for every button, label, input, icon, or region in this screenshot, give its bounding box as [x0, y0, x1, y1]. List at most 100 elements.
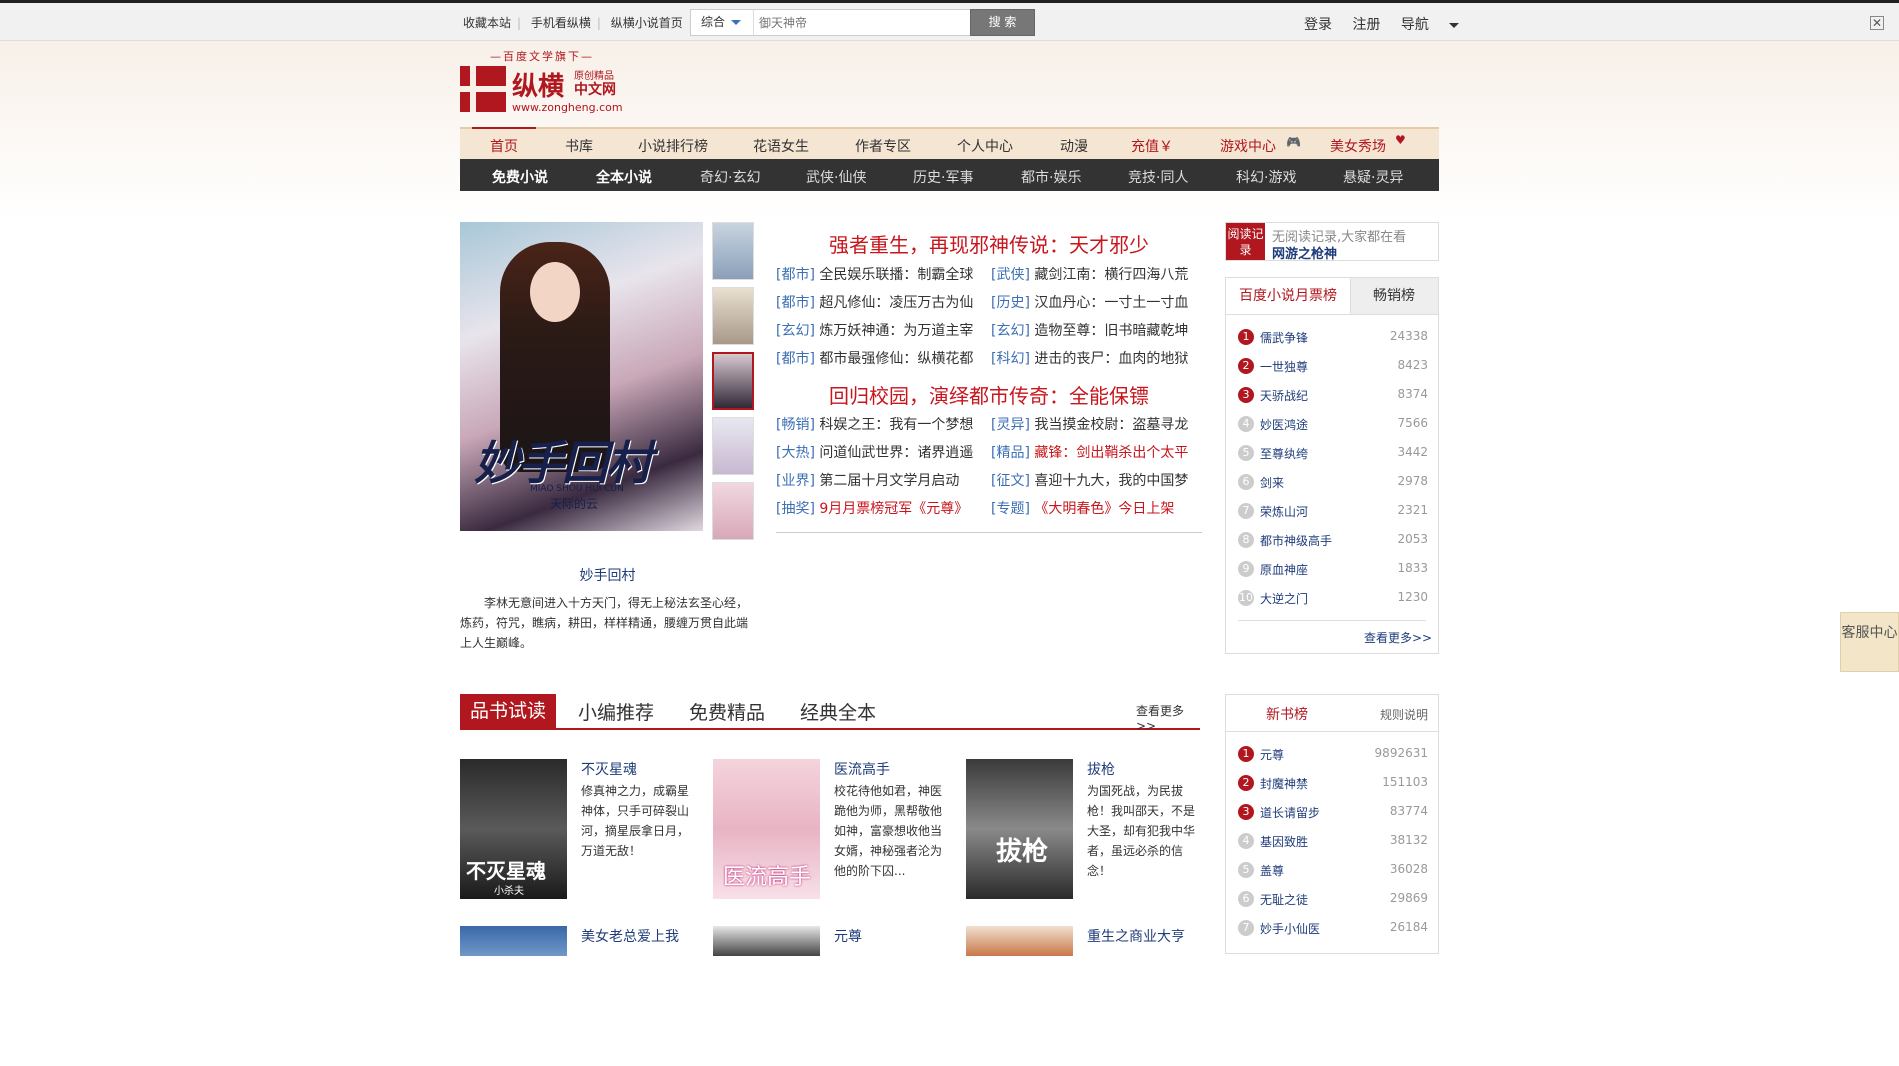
register-link[interactable]: 注册	[1352, 17, 1380, 33]
featured-cover[interactable]: 妙手回村 MIAO SHOU HUI CUN 天际的云	[460, 222, 703, 531]
rank-book-title[interactable]: 基因致胜	[1260, 833, 1308, 850]
thumbnail[interactable]	[712, 482, 754, 540]
book-title[interactable]: 元尊	[834, 926, 862, 946]
news-item[interactable]: [都市] 全民娱乐联播：制霸全球	[776, 264, 973, 284]
nav-rankings[interactable]: 小说排行榜	[638, 136, 708, 156]
nav-dropdown[interactable]: 导航	[1401, 17, 1475, 33]
book-card[interactable]: 重生之商业大亨	[966, 926, 1206, 1066]
news-title[interactable]: 喜迎十九大，我的中国梦	[1034, 473, 1188, 489]
tab-monthly-votes[interactable]: 百度小说月票榜	[1226, 278, 1351, 314]
login-link[interactable]: 登录	[1304, 17, 1332, 33]
genre-free[interactable]: 免费小说	[492, 167, 548, 187]
news-title[interactable]: 都市最强修仙：纵横花都	[819, 351, 973, 367]
news-item[interactable]: [历史] 汉血丹心：一寸土一寸血	[991, 292, 1188, 312]
genre-complete[interactable]: 全本小说	[596, 167, 652, 187]
news-item[interactable]: [武侠] 藏剑江南：横行四海八荒	[991, 264, 1188, 284]
rank-book-title[interactable]: 盖尊	[1260, 862, 1284, 879]
news-title[interactable]: 科娱之王：我有一个梦想	[819, 417, 973, 433]
nav-games[interactable]: 游戏中心	[1220, 136, 1276, 156]
news-title[interactable]: 造物至尊：旧书暗藏乾坤	[1034, 323, 1188, 339]
book-cover[interactable]	[460, 926, 567, 956]
book-card[interactable]: 美女老总爱上我	[460, 926, 700, 1066]
news-category[interactable]: [武侠]	[991, 267, 1030, 283]
news-item[interactable]: [都市] 超凡修仙：凌压万古为仙	[776, 292, 973, 312]
search-input[interactable]	[757, 12, 961, 34]
news-title[interactable]: 进击的丧尸：血肉的地狱	[1034, 351, 1188, 367]
news-category[interactable]: [都市]	[776, 267, 815, 283]
book-card[interactable]: 不灭星魂 小杀夫 不灭星魂 修真神之力，成霸星神体，只手可碎裂山河，摘星辰拿日月…	[460, 759, 700, 899]
book-title[interactable]: 拔枪	[1087, 759, 1115, 779]
rank-book-title[interactable]: 荣炼山河	[1260, 503, 1308, 520]
close-icon[interactable]: ✕	[1870, 16, 1884, 30]
rank-book-title[interactable]: 大逆之门	[1260, 590, 1308, 607]
news-title[interactable]: 汉血丹心：一寸土一寸血	[1034, 295, 1188, 311]
tab-trial-read[interactable]: 品书试读	[460, 694, 557, 728]
news-category[interactable]: [征文]	[991, 473, 1030, 489]
nav-home[interactable]: 首页	[490, 136, 518, 156]
ranking-row[interactable]: 7 妙手小仙医 26184	[1238, 914, 1428, 943]
rank-book-title[interactable]: 原血神座	[1260, 561, 1308, 578]
search-category-select[interactable]: 综合	[691, 10, 754, 35]
news-title[interactable]: 《大明春色》今日上架	[1034, 501, 1174, 517]
genre-sports[interactable]: 竞技·同人	[1128, 167, 1188, 187]
ranking-row[interactable]: 4 基因致胜 38132	[1238, 827, 1428, 856]
rank-book-title[interactable]: 道长请留步	[1260, 804, 1320, 821]
thumbnail[interactable]	[712, 287, 754, 345]
rank-book-title[interactable]: 剑来	[1260, 474, 1284, 491]
book-cover[interactable]	[966, 926, 1073, 956]
home-link[interactable]: 纵横小说首页	[611, 16, 683, 30]
headline-2[interactable]: 回归校园，演绎都市传奇：全能保镖	[776, 380, 1202, 409]
genre-fantasy[interactable]: 奇幻·玄幻	[700, 167, 760, 187]
news-category[interactable]: [科幻]	[991, 351, 1030, 367]
rank-book-title[interactable]: 至尊纨绔	[1260, 445, 1308, 462]
thumbnail-selected[interactable]	[712, 352, 754, 410]
rules-link[interactable]: 规则说明	[1380, 706, 1428, 723]
book-cover[interactable]: 不灭星魂 小杀夫	[460, 759, 567, 899]
site-logo[interactable]: —百度文学旗下— 纵横 原创精品 中文网 www.zongheng.com	[460, 48, 640, 118]
news-category[interactable]: [业界]	[776, 473, 815, 489]
nav-recharge[interactable]: 充值￥	[1131, 136, 1173, 156]
thumbnail[interactable]	[712, 417, 754, 475]
news-item[interactable]: [大热] 问道仙武世界：诸界逍遥	[776, 442, 973, 462]
nav-library[interactable]: 书库	[565, 136, 593, 156]
book-title[interactable]: 不灭星魂	[581, 759, 637, 779]
news-category[interactable]: [抽奖]	[776, 501, 815, 517]
rank-book-title[interactable]: 都市神级高手	[1260, 532, 1332, 549]
rank-book-title[interactable]: 元尊	[1260, 746, 1284, 763]
news-category[interactable]: [都市]	[776, 351, 815, 367]
nav-show[interactable]: 美女秀场	[1330, 136, 1386, 156]
news-title[interactable]: 炼万妖神通：为万道主宰	[819, 323, 973, 339]
nav-anime[interactable]: 动漫	[1060, 136, 1088, 156]
genre-mystery[interactable]: 悬疑·灵异	[1343, 167, 1403, 187]
ranking-row[interactable]: 1 元尊 9892631	[1238, 740, 1428, 769]
rank-more-link[interactable]: 查看更多>>	[1364, 629, 1432, 646]
news-category[interactable]: [都市]	[776, 295, 815, 311]
news-item[interactable]: [专题] 《大明春色》今日上架	[991, 498, 1174, 518]
book-cover[interactable]: 拔枪	[966, 759, 1073, 899]
ranking-row[interactable]: 7 荣炼山河 2321	[1238, 497, 1428, 526]
book-card[interactable]: 医流高手 医流高手 校花待他如君，神医跪他为师，黑帮敬他如神，富豪想收他当女婿，…	[713, 759, 953, 899]
genre-history[interactable]: 历史·军事	[913, 167, 973, 187]
book-title[interactable]: 医流高手	[834, 759, 890, 779]
thumbnail[interactable]	[712, 222, 754, 280]
ranking-row[interactable]: 2 一世独尊 8423	[1238, 352, 1428, 381]
news-title[interactable]: 藏剑江南：横行四海八荒	[1034, 267, 1188, 283]
news-item[interactable]: [业界] 第二届十月文学月启动	[776, 470, 959, 490]
ranking-row[interactable]: 5 至尊纨绔 3442	[1238, 439, 1428, 468]
news-title[interactable]: 9月月票榜冠军《元尊》	[819, 501, 968, 517]
news-title[interactable]: 超凡修仙：凌压万古为仙	[819, 295, 973, 311]
news-item[interactable]: [都市] 都市最强修仙：纵横花都	[776, 348, 973, 368]
book-cover[interactable]	[713, 926, 820, 956]
news-title[interactable]: 全民娱乐联播：制霸全球	[819, 267, 973, 283]
ranking-row[interactable]: 6 无耻之徒 29869	[1238, 885, 1428, 914]
news-item[interactable]: [畅销] 科娱之王：我有一个梦想	[776, 414, 973, 434]
customer-service-button[interactable]: 客服中心	[1840, 612, 1899, 672]
book-title[interactable]: 重生之商业大亨	[1087, 926, 1185, 946]
nav-girls[interactable]: 花语女生	[753, 136, 809, 156]
nav-authors[interactable]: 作者专区	[855, 136, 911, 156]
news-title[interactable]: 第二届十月文学月启动	[819, 473, 959, 489]
ranking-row[interactable]: 5 盖尊 36028	[1238, 856, 1428, 885]
ranking-row[interactable]: 4 妙医鸿途 7566	[1238, 410, 1428, 439]
genre-wuxia[interactable]: 武侠·仙侠	[806, 167, 866, 187]
ranking-row[interactable]: 3 天骄战纪 8374	[1238, 381, 1428, 410]
